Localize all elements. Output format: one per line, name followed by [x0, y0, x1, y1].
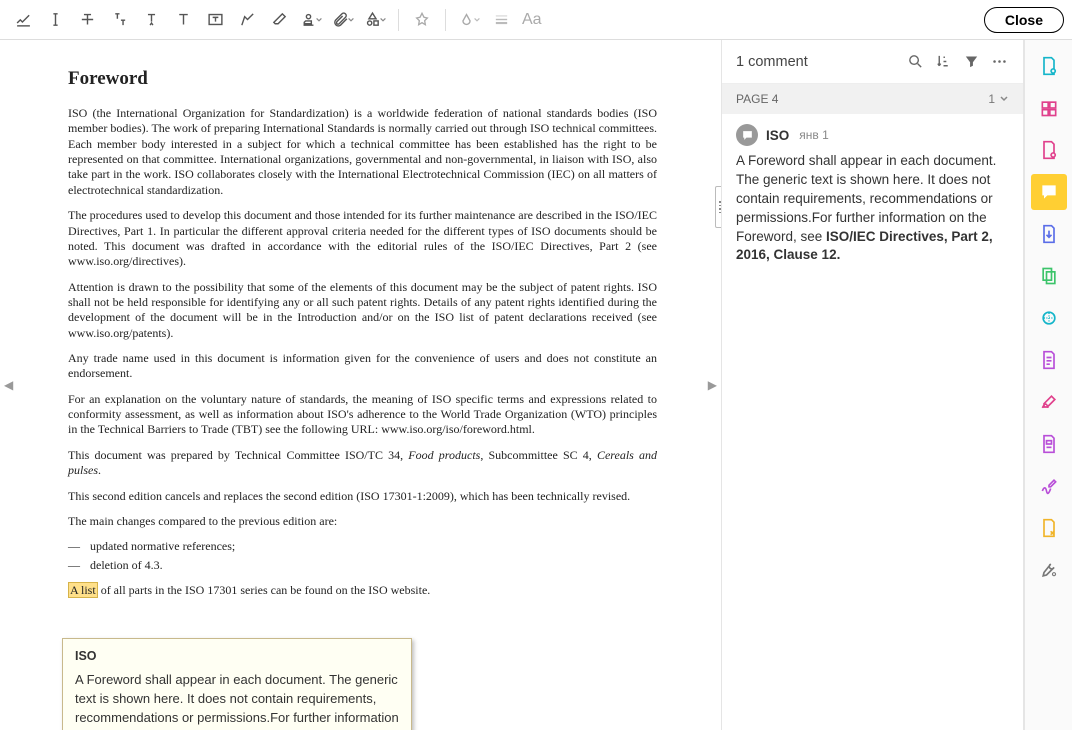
tools-rail: [1024, 40, 1072, 730]
organize-pages-icon[interactable]: [1031, 258, 1067, 294]
combine-files-icon[interactable]: [1031, 90, 1067, 126]
para-4: Any trade name used in this document is …: [68, 351, 657, 382]
split-handle[interactable]: [715, 186, 722, 228]
page-heading: Foreword: [68, 68, 657, 90]
shapes-icon[interactable]: [360, 5, 390, 35]
close-button[interactable]: Close: [984, 7, 1064, 33]
note-body: A Foreword shall appear in each document…: [75, 671, 399, 730]
comment-date: янв 1: [799, 128, 829, 142]
line-weight-icon[interactable]: [486, 5, 516, 35]
text-cursor-icon[interactable]: [40, 5, 70, 35]
comments-panel: 1 comment PAGE 4 1 ISO янв 1: [722, 40, 1024, 730]
para-6: This document was prepared by Technical …: [68, 448, 657, 479]
para-8: The main changes compared to the previou…: [68, 514, 657, 529]
page-label: PAGE 4: [736, 92, 778, 106]
next-page-button[interactable]: ▶: [708, 378, 717, 392]
create-pdf-icon[interactable]: [1031, 48, 1067, 84]
text-strike-icon[interactable]: [72, 5, 102, 35]
attachment-icon[interactable]: [328, 5, 358, 35]
comment-author: ISO: [766, 128, 789, 143]
page-comment-count: 1: [988, 92, 1009, 106]
separator: [445, 9, 446, 31]
text-replace-icon[interactable]: [104, 5, 134, 35]
stamp-icon[interactable]: [296, 5, 326, 35]
list-item: —updated normative references;: [68, 539, 657, 554]
comments-page-band[interactable]: PAGE 4 1: [722, 84, 1023, 114]
enhance-scans-icon[interactable]: [1031, 300, 1067, 336]
highlight-marker[interactable]: A list: [68, 582, 98, 598]
font-size-label[interactable]: Aa: [518, 11, 546, 29]
edit-pdf-icon[interactable]: [1031, 132, 1067, 168]
comments-header: 1 comment: [722, 40, 1023, 84]
para-7: This second edition cancels and replaces…: [68, 489, 657, 504]
annotation-toolbar: Aa Close: [0, 0, 1072, 40]
comment-tool-icon[interactable]: [1031, 174, 1067, 210]
eraser-icon[interactable]: [264, 5, 294, 35]
para-9: A list of all parts in the ISO 17301 ser…: [68, 583, 657, 598]
text-tool-icon[interactable]: [168, 5, 198, 35]
fill-sign-icon[interactable]: [1031, 384, 1067, 420]
document-page: Foreword ISO (the International Organiza…: [36, 40, 689, 730]
page-viewport: ◀ ▶ Foreword ISO (the International Orga…: [0, 40, 722, 730]
text-insert-icon[interactable]: [136, 5, 166, 35]
search-icon[interactable]: [901, 48, 929, 76]
protect-icon[interactable]: [1031, 342, 1067, 378]
more-options-icon[interactable]: [985, 48, 1013, 76]
send-feedback-icon[interactable]: [1031, 510, 1067, 546]
draw-freehand-icon[interactable]: [232, 5, 262, 35]
para-3: Attention is drawn to the possibility th…: [68, 280, 657, 341]
sort-icon[interactable]: [929, 48, 957, 76]
export-pdf-icon[interactable]: [1031, 216, 1067, 252]
comment-body: A Foreword shall appear in each document…: [736, 152, 1009, 265]
separator: [398, 9, 399, 31]
pencil-underline-icon[interactable]: [8, 5, 38, 35]
list-item: —deletion of 4.3.: [68, 558, 657, 573]
fill-color-icon[interactable]: [454, 5, 484, 35]
note-author: ISO: [75, 649, 399, 663]
sticky-note-popup[interactable]: ISO A Foreword shall appear in each docu…: [62, 638, 412, 730]
more-tools-icon[interactable]: [1031, 552, 1067, 588]
comments-title: 1 comment: [736, 54, 901, 70]
prev-page-button[interactable]: ◀: [4, 378, 13, 392]
filter-icon[interactable]: [957, 48, 985, 76]
comment-item[interactable]: ISO янв 1 A Foreword shall appear in eac…: [722, 114, 1023, 277]
comment-type-icon: [736, 124, 758, 146]
para-1: ISO (the International Organization for …: [68, 106, 657, 198]
para-5: For an explanation on the voluntary natu…: [68, 392, 657, 438]
pin-icon[interactable]: [407, 5, 437, 35]
sign-tool-icon[interactable]: [1031, 468, 1067, 504]
textbox-icon[interactable]: [200, 5, 230, 35]
para-2: The procedures used to develop this docu…: [68, 208, 657, 269]
prepare-form-icon[interactable]: [1031, 426, 1067, 462]
